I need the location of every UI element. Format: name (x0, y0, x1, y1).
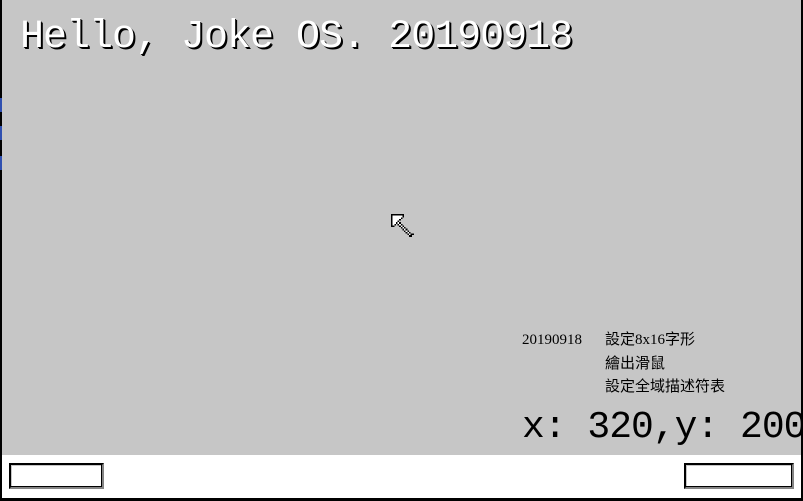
changelog-text: 設定全域描述符表 (605, 379, 726, 395)
changelog-date (522, 353, 605, 377)
changelog-date: 20190918 (522, 332, 582, 348)
desktop[interactable]: Hello, Joke OS. 20190918 20190918 設定8x16… (2, 0, 803, 455)
changelog-text: 設定8x16字形 (605, 332, 696, 348)
mouse-coordinates-readout: x: 320,y: 200 (522, 406, 803, 449)
changelog: 20190918 設定8x16字形 繪出滑鼠 設定全域描述符表 (522, 329, 725, 400)
changelog-text: 繪出滑鼠 (605, 355, 666, 372)
changelog-entry: 設定全域描述符表 (522, 376, 725, 400)
tray-button[interactable] (684, 463, 794, 489)
start-button[interactable] (9, 463, 104, 489)
mouse-cursor-icon[interactable] (391, 214, 417, 240)
greeting-text: Hello, Joke OS. 20190918 (20, 15, 573, 60)
os-screen: Hello, Joke OS. 20190918 20190918 設定8x16… (0, 0, 803, 501)
changelog-date (522, 376, 605, 400)
taskbar (2, 455, 801, 498)
changelog-entry: 繪出滑鼠 (522, 353, 725, 377)
changelog-entry: 20190918 設定8x16字形 (522, 329, 725, 353)
